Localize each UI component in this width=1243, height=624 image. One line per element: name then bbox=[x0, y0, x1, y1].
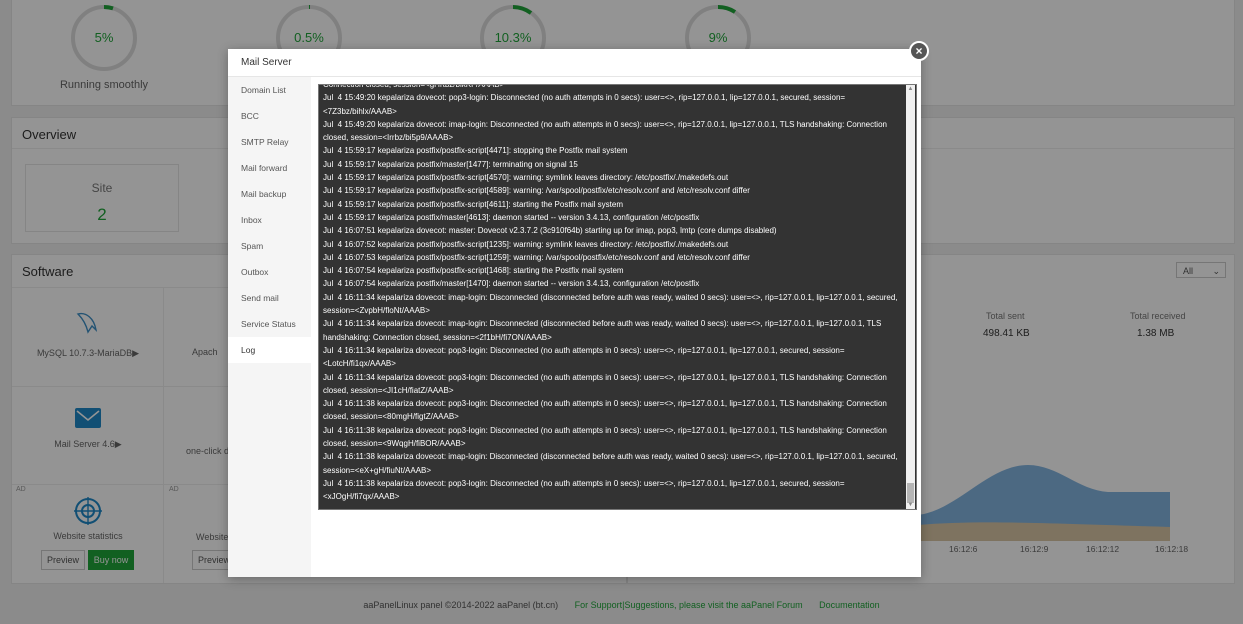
nav-item-send-mail[interactable]: Send mail bbox=[228, 285, 311, 311]
log-line: Jul 4 15:49:20 kepalariza dovecot: imap-… bbox=[323, 119, 890, 143]
modal-header: Mail Server bbox=[228, 49, 921, 77]
log-line: Jul 4 15:59:17 kepalariza postfix/postfi… bbox=[323, 199, 623, 209]
log-line: Jul 4 16:11:34 kepalariza dovecot: imap-… bbox=[323, 319, 884, 342]
log-line: Jul 4 16:11:38 kepalariza dovecot: pop3-… bbox=[323, 425, 890, 449]
nav-item-service-status[interactable]: Service Status bbox=[228, 311, 311, 337]
mail-server-modal: Mail Server × Domain List BCC SMTP Relay… bbox=[228, 41, 929, 577]
log-line: Jul 4 16:07:51 kepalariza dovecot: maste… bbox=[323, 226, 777, 236]
log-line: Connection closed, session=<gHrtbz/bikKF… bbox=[323, 84, 505, 89]
log-line: Jul 4 15:59:17 kepalariza postfix/postfi… bbox=[323, 186, 750, 196]
log-line: Jul 4 15:59:17 kepalariza postfix/postfi… bbox=[323, 146, 628, 156]
log-text: Connection closed, session=<gHrtbz/bikKF… bbox=[323, 84, 903, 504]
close-button[interactable]: × bbox=[909, 41, 929, 61]
log-viewer[interactable]: Connection closed, session=<gHrtbz/bikKF… bbox=[318, 84, 917, 510]
scroll-down-icon[interactable]: ▼ bbox=[906, 501, 915, 509]
nav-item-spam[interactable]: Spam bbox=[228, 233, 311, 259]
log-line: Jul 4 16:07:53 kepalariza postfix/postfi… bbox=[323, 252, 750, 262]
log-line: Jul 4 16:11:38 kepalariza dovecot: pop3-… bbox=[323, 478, 845, 502]
nav-item-domain-list[interactable]: Domain List bbox=[228, 77, 311, 103]
log-line: Jul 4 16:11:34 kepalariza dovecot: imap-… bbox=[323, 292, 900, 316]
nav-item-bcc[interactable]: BCC bbox=[228, 103, 311, 129]
close-icon: × bbox=[915, 44, 923, 58]
modal-nav: Domain List BCC SMTP Relay Mail forward … bbox=[228, 77, 311, 577]
nav-item-mail-forward[interactable]: Mail forward bbox=[228, 155, 311, 181]
log-line: Jul 4 15:59:17 kepalariza postfix/master… bbox=[323, 212, 700, 222]
nav-item-mail-backup[interactable]: Mail backup bbox=[228, 181, 311, 207]
nav-item-smtp-relay[interactable]: SMTP Relay bbox=[228, 129, 311, 155]
modal-title: Mail Server bbox=[241, 57, 292, 68]
log-line: Jul 4 16:11:34 kepalariza dovecot: pop3-… bbox=[323, 372, 890, 395]
log-line: Jul 4 15:59:17 kepalariza postfix/postfi… bbox=[323, 173, 729, 183]
log-line: Jul 4 16:11:38 kepalariza dovecot: pop3-… bbox=[323, 399, 890, 422]
nav-item-outbox[interactable]: Outbox bbox=[228, 259, 311, 285]
log-line: Jul 4 16:07:54 kepalariza postfix/postfi… bbox=[323, 266, 624, 276]
scroll-thumb[interactable] bbox=[907, 483, 914, 503]
log-scrollbar[interactable]: ▲ ▼ bbox=[906, 85, 915, 509]
log-line: Jul 4 16:11:34 kepalariza dovecot: pop3-… bbox=[323, 345, 845, 369]
log-line: Jul 4 16:11:38 kepalariza dovecot: imap-… bbox=[323, 452, 900, 475]
scroll-up-icon[interactable]: ▲ bbox=[906, 85, 915, 93]
log-line: Jul 4 16:07:54 kepalariza postfix/master… bbox=[323, 279, 700, 289]
log-line: Jul 4 16:07:52 kepalariza postfix/postfi… bbox=[323, 239, 729, 249]
log-line: Jul 4 15:49:20 kepalariza dovecot: pop3-… bbox=[323, 93, 846, 116]
nav-item-inbox[interactable]: Inbox bbox=[228, 207, 311, 233]
log-line: Jul 4 15:59:17 kepalariza postfix/master… bbox=[323, 159, 578, 169]
nav-item-log[interactable]: Log bbox=[228, 337, 311, 363]
